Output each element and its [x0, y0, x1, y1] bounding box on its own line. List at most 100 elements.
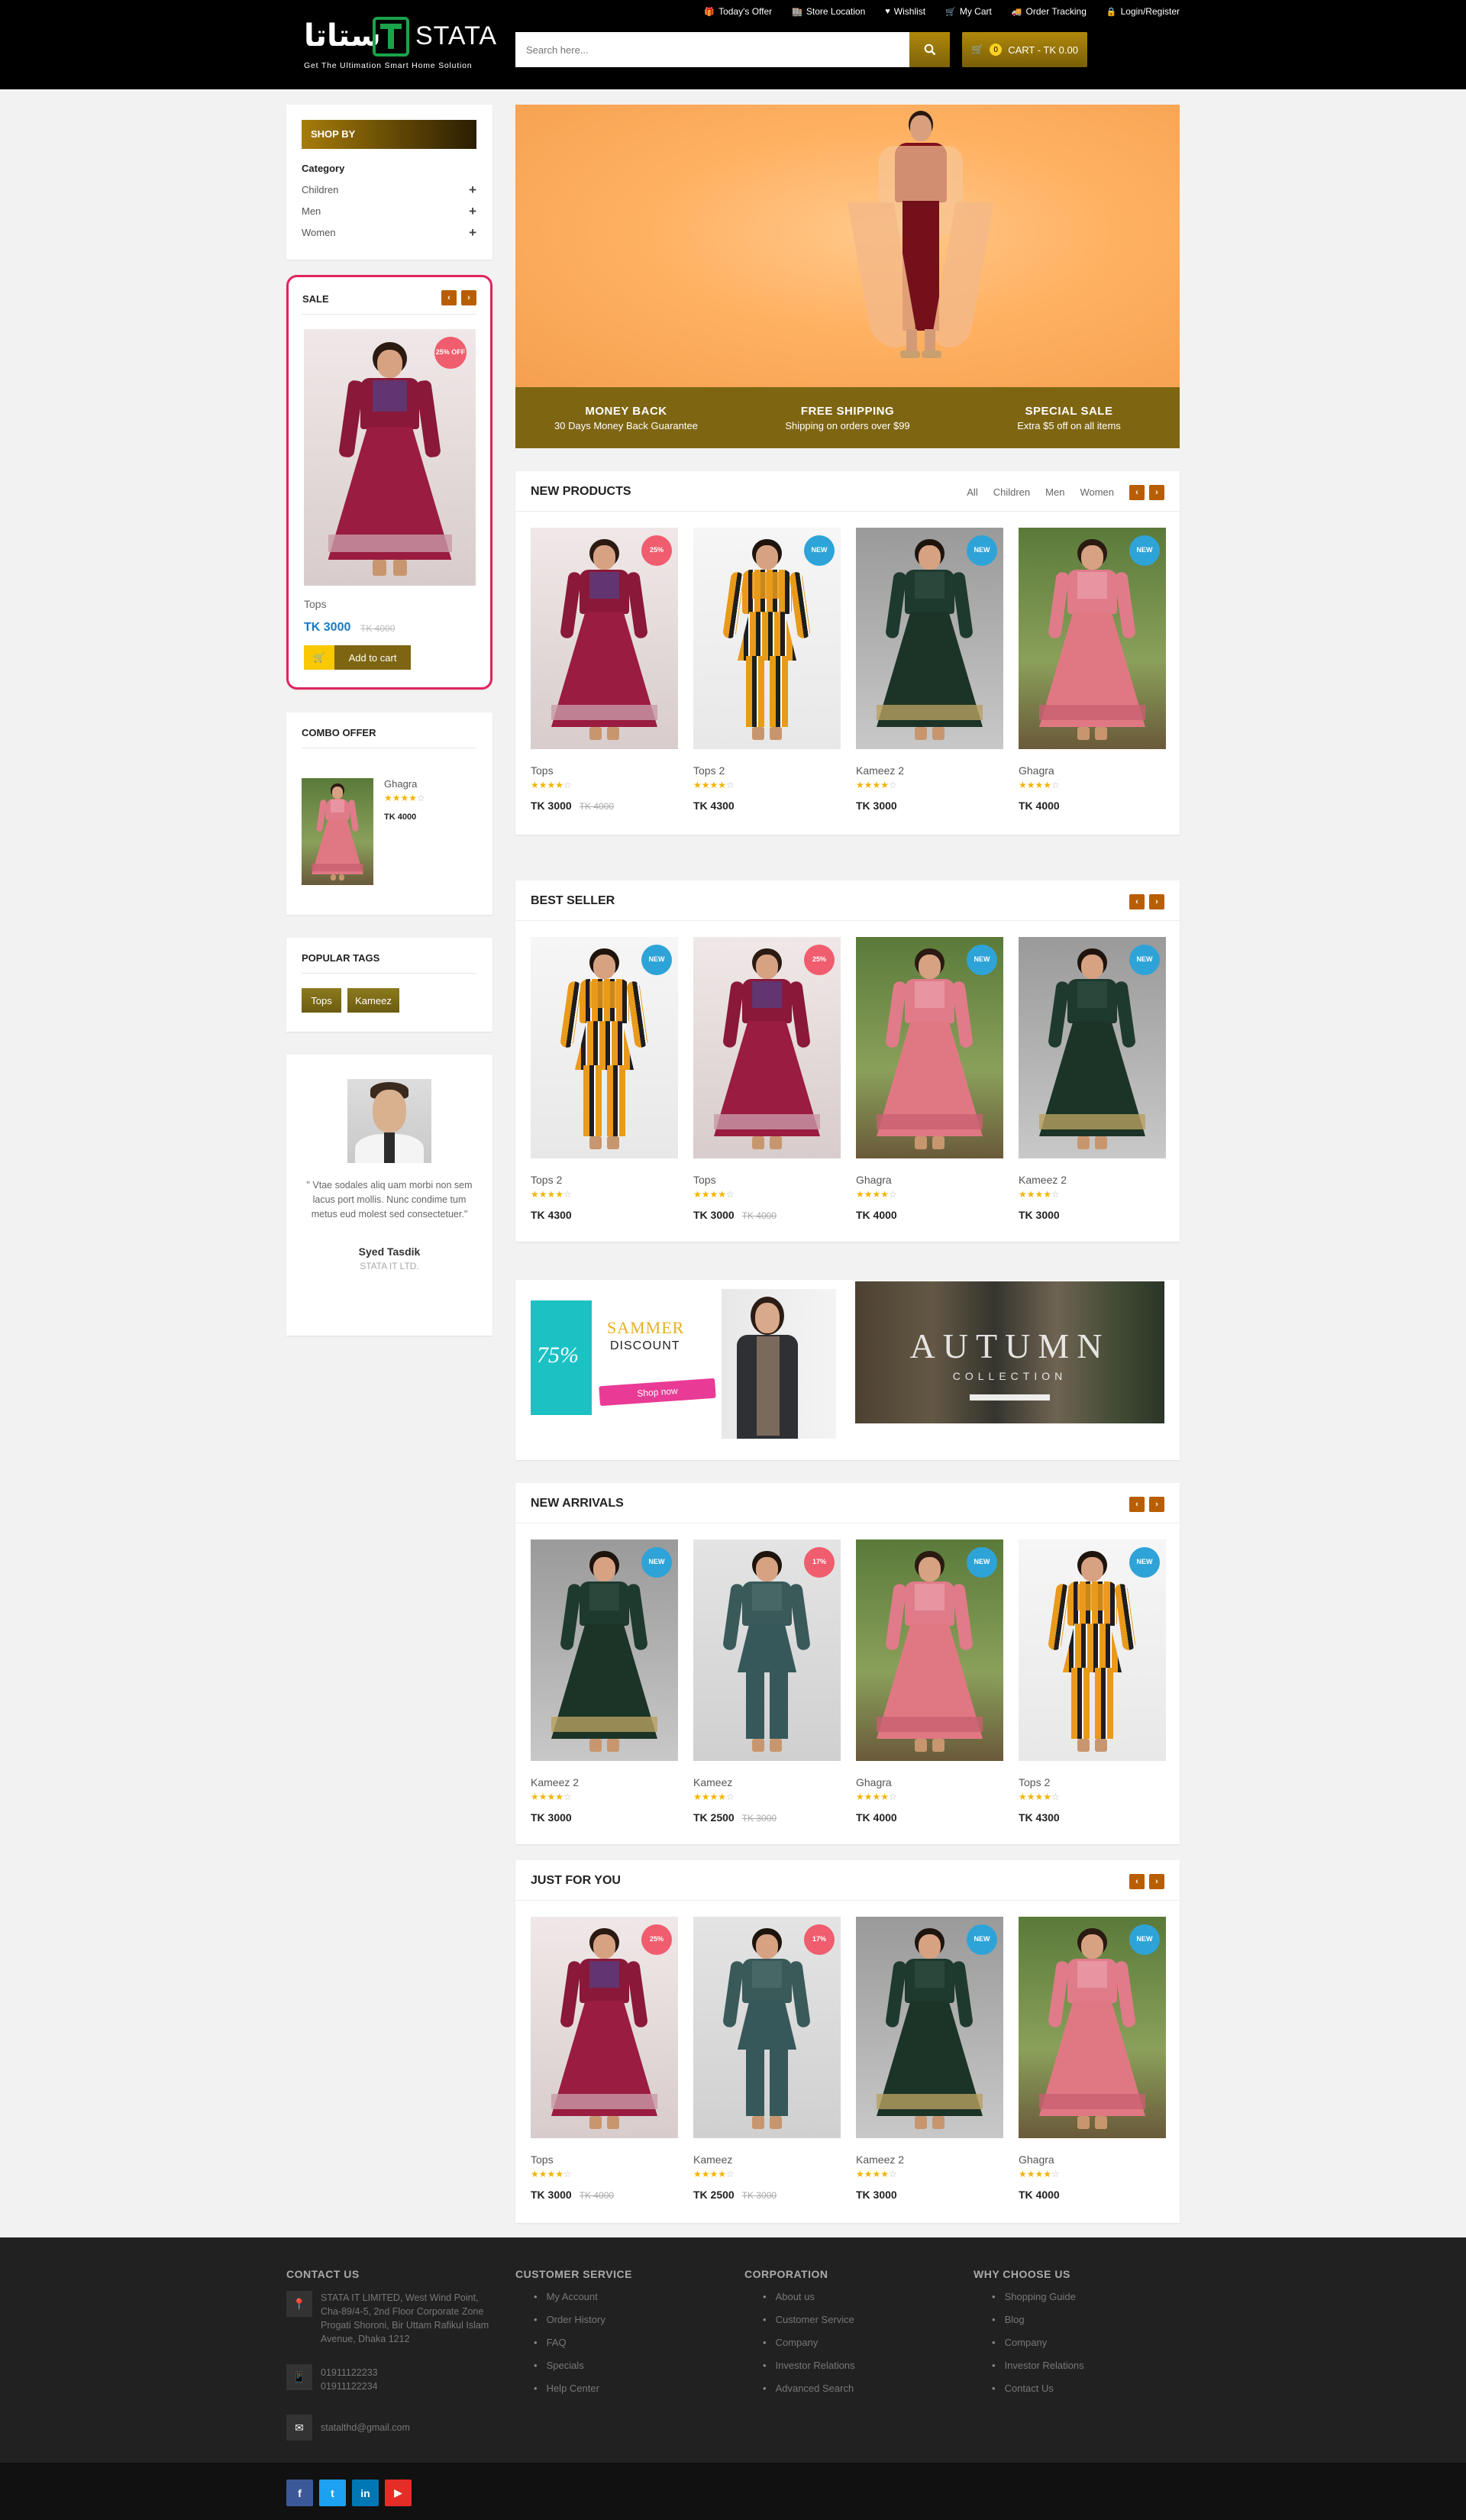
carousel-next-button[interactable]: ›	[1149, 485, 1164, 500]
footer-phone-1[interactable]: 01911122233	[321, 2366, 378, 2379]
category-title: Category	[302, 163, 345, 174]
product-name[interactable]: Tops	[693, 1174, 716, 1186]
footer-link-specials[interactable]: Specials	[534, 2360, 584, 2371]
toplink-order-tracking[interactable]: 🚚 Order Tracking	[1012, 6, 1087, 17]
product-name[interactable]: Ghagra	[1019, 764, 1054, 777]
expand-plus-icon[interactable]: +	[469, 204, 476, 219]
product-name[interactable]: Tops 2	[531, 1174, 562, 1186]
footer-link-advanced-search[interactable]: Advanced Search	[763, 2383, 854, 2394]
carousel-prev-button[interactable]: ‹	[1129, 485, 1145, 500]
product-name[interactable]: Tops	[531, 764, 554, 777]
rating-stars: ★★★★☆	[693, 780, 735, 790]
chevron-left-icon: ‹	[1135, 897, 1138, 906]
footer-column-title: CUSTOMER SERVICE	[515, 2268, 632, 2280]
footer-link-customer-service[interactable]: Customer Service	[763, 2314, 854, 2325]
carousel-prev-button[interactable]: ‹	[1129, 1497, 1145, 1512]
search-button[interactable]	[909, 32, 950, 67]
category-item-men[interactable]: Men +	[302, 204, 476, 219]
filter-men[interactable]: Men	[1045, 486, 1064, 498]
product-price: TK 3000 TK 4000	[693, 1209, 777, 1221]
twitter-icon[interactable]: t	[319, 2480, 346, 2506]
cart-button[interactable]: 🛒 0 CART - TK 0.00	[962, 32, 1087, 67]
product-name[interactable]: Kameez 2	[856, 764, 904, 777]
product-name[interactable]: Ghagra	[856, 1776, 892, 1788]
carousel-next-button[interactable]: ›	[1149, 1874, 1164, 1889]
toplink-wishlist[interactable]: ♥ Wishlist	[885, 6, 925, 17]
features-bar: MONEY BACK 30 Days Money Back Guarantee FR…	[515, 387, 1180, 448]
footer-link-investor-relations[interactable]: Investor Relations	[763, 2360, 855, 2371]
autumn-shop-button[interactable]	[970, 1394, 1050, 1401]
category-item-women[interactable]: Women +	[302, 225, 476, 241]
product-price: TK 4300	[531, 1209, 572, 1221]
site-logo[interactable]: ستاتا STATA Get The Ultimation Smart Hom…	[304, 14, 499, 72]
new-badge: NEW	[1129, 535, 1160, 566]
footer-link-my-account[interactable]: My Account	[534, 2291, 598, 2302]
product-name[interactable]: Kameez 2	[531, 1776, 579, 1788]
footer-link-contact-us[interactable]: Contact Us	[992, 2383, 1054, 2394]
product-old-price: TK 4000	[579, 801, 615, 812]
discount-badge: 25%	[804, 945, 835, 975]
sale-next-button[interactable]: ›	[461, 290, 476, 305]
feature-money-back: MONEY BACK 30 Days Money Back Guarantee	[515, 387, 737, 448]
footer-email[interactable]: statalthd@gmail.com	[321, 2421, 410, 2434]
linkedin-icon[interactable]: in	[352, 2480, 379, 2506]
product-name[interactable]: Ghagra	[1019, 2153, 1054, 2166]
footer-link-help-center[interactable]: Help Center	[534, 2383, 599, 2394]
toplink-store-location[interactable]: 🏬 Store Location	[792, 6, 865, 17]
product-price: TK 4000	[1019, 2189, 1060, 2201]
product-name[interactable]: Ghagra	[856, 1174, 892, 1186]
carousel-prev-button[interactable]: ‹	[1129, 1874, 1145, 1889]
tag-kameez[interactable]: Kameez	[347, 988, 399, 1013]
combo-product-name[interactable]: Ghagra	[384, 778, 417, 790]
footer-link-investor-relations[interactable]: Investor Relations	[992, 2360, 1084, 2371]
hero-banner[interactable]	[515, 105, 1180, 387]
sale-product-name[interactable]: Tops	[304, 598, 327, 610]
product-name[interactable]: Kameez 2	[856, 2153, 904, 2166]
category-item-children[interactable]: Children +	[302, 183, 476, 198]
shop-now-button[interactable]: Shop now	[599, 1378, 716, 1407]
filter-women[interactable]: Women	[1080, 486, 1114, 498]
rating-stars: ★★★★☆	[856, 780, 897, 790]
footer-link-faq[interactable]: FAQ	[534, 2337, 567, 2348]
toplink-today-s-offer[interactable]: 🎁 Today's Offer	[704, 6, 772, 17]
add-to-cart-button[interactable]: 🛒 Add to cart	[304, 645, 411, 670]
footer-link-order-history[interactable]: Order History	[534, 2314, 605, 2325]
promo-autumn-title: AUTUMN	[909, 1326, 1110, 1365]
carousel-prev-button[interactable]: ‹	[1129, 894, 1145, 909]
carousel-next-button[interactable]: ›	[1149, 1497, 1164, 1512]
filter-all[interactable]: All	[967, 486, 977, 498]
tag-tops[interactable]: Tops	[302, 988, 341, 1013]
best-seller-section: BEST SELLER ‹ › NEW Tops 2 ★★★★☆ TK 4300 25%…	[515, 880, 1180, 1242]
footer-link-company[interactable]: Company	[763, 2337, 819, 2348]
product-name[interactable]: Tops 2	[693, 764, 725, 777]
product-name[interactable]: Tops	[531, 2153, 554, 2166]
expand-plus-icon[interactable]: +	[469, 183, 476, 198]
youtube-icon[interactable]: ▶	[385, 2480, 412, 2506]
footer-link-company[interactable]: Company	[992, 2337, 1048, 2348]
toplink-login-register[interactable]: 🔒 Login/Register	[1106, 6, 1180, 17]
product-name[interactable]: Tops 2	[1019, 1776, 1050, 1788]
new-arrivals-section: NEW ARRIVALS ‹ › NEW Kameez 2 ★★★★☆ TK 3000…	[515, 1483, 1180, 1844]
carousel-next-button[interactable]: ›	[1149, 894, 1164, 909]
footer-phone-2[interactable]: 01911122234	[321, 2379, 378, 2393]
product-name[interactable]: Kameez 2	[1019, 1174, 1067, 1186]
combo-product-image[interactable]	[302, 778, 373, 885]
filter-children[interactable]: Children	[993, 486, 1030, 498]
autumn-collection-banner[interactable]: AUTUMN COLLECTION	[855, 1281, 1164, 1423]
sale-prev-button[interactable]: ‹	[441, 290, 457, 305]
expand-plus-icon[interactable]: +	[469, 225, 476, 241]
facebook-icon[interactable]: f	[286, 2480, 313, 2506]
summer-discount-banner[interactable]: 75% SAMMER DISCOUNT Shop now	[531, 1281, 836, 1439]
product-name[interactable]: Kameez	[693, 1776, 732, 1788]
phone-icon: 📱	[286, 2364, 312, 2390]
product-price: TK 3000	[856, 800, 897, 812]
product-name[interactable]: Kameez	[693, 2153, 732, 2166]
footer-link-about-us[interactable]: About us	[763, 2291, 815, 2302]
toplink-my-cart[interactable]: 🛒 My Cart	[945, 6, 992, 17]
footer-link-shopping-guide[interactable]: Shopping Guide	[992, 2291, 1076, 2302]
rating-stars: ★★★★☆	[531, 1189, 572, 1200]
footer-link-blog[interactable]: Blog	[992, 2314, 1025, 2325]
cart-icon: 🛒	[945, 7, 956, 17]
search-input[interactable]	[515, 32, 909, 67]
site-footer: CONTACT US 📍 STATA IT LIMITED, West Wind…	[0, 2237, 1466, 2463]
